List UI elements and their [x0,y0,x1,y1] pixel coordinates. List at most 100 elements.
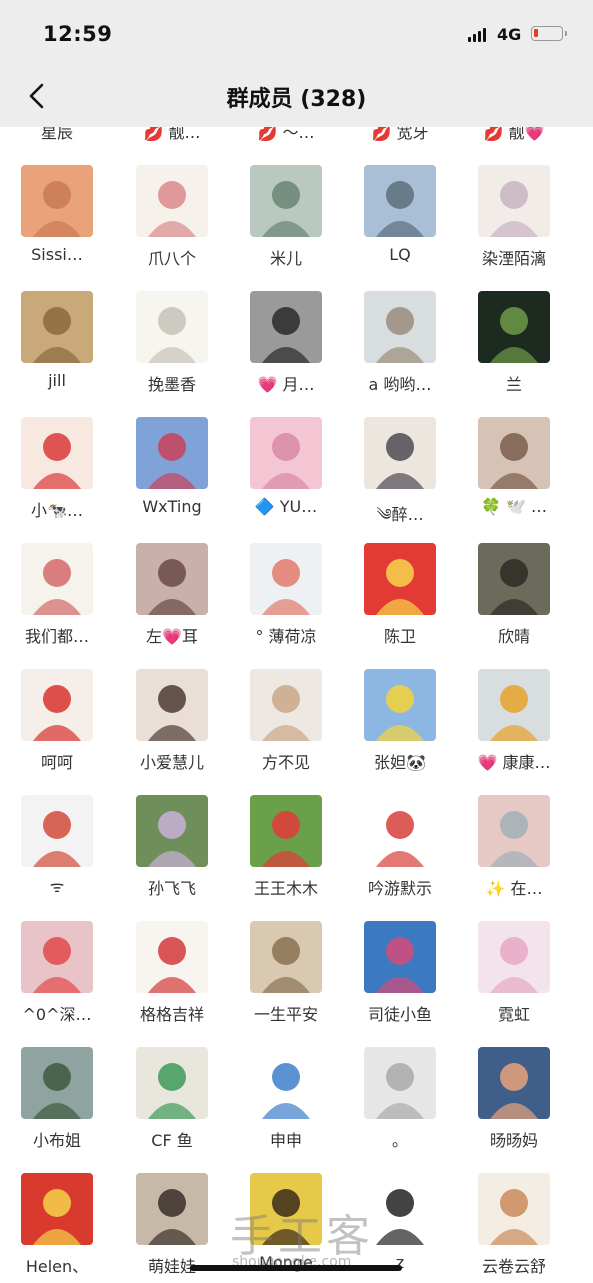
member-name: 吟游默示 [367,879,432,898]
member-item[interactable]: ༄醉… [343,417,457,537]
avatar[interactable] [478,921,550,993]
member-item[interactable]: 。 [343,1047,457,1167]
avatar[interactable] [136,1173,208,1245]
member-item[interactable]: 陈卫 [343,543,457,663]
avatar[interactable] [478,795,550,867]
member-item[interactable]: jill [0,291,114,411]
member-item[interactable]: 小爱慧儿 [115,669,229,789]
avatar[interactable] [136,921,208,993]
avatar[interactable] [136,543,208,615]
avatar[interactable] [21,1173,93,1245]
avatar[interactable] [364,417,436,489]
avatar[interactable] [21,291,93,363]
member-item[interactable]: 方不见 [229,669,343,789]
member-name: Sissi… [31,245,83,264]
avatar[interactable] [250,291,322,363]
member-item[interactable]: 🔷 YU… [229,417,343,537]
member-item[interactable]: 米儿 [229,165,343,285]
member-item[interactable]: a 哟哟… [343,291,457,411]
avatar[interactable] [250,795,322,867]
member-item[interactable]: ^0^深… [0,921,114,1041]
avatar[interactable] [136,669,208,741]
member-item[interactable]: 孙飞飞 [115,795,229,915]
avatar[interactable] [364,1047,436,1119]
member-name: 米儿 [269,249,302,268]
avatar[interactable] [136,417,208,489]
member-item[interactable]: 旸旸妈 [457,1047,571,1167]
member-item[interactable]: 云卷云舒 [457,1173,571,1283]
member-item[interactable]: LQ [343,165,457,285]
avatar[interactable] [478,417,550,489]
member-name: 王王木木 [253,879,318,898]
member-item[interactable]: 张妲🐼 [343,669,457,789]
member-item[interactable]: 吟游默示 [343,795,457,915]
avatar[interactable] [478,291,550,363]
avatar[interactable] [250,165,322,237]
avatar[interactable] [478,1047,550,1119]
member-item[interactable]: 爪八个 [115,165,229,285]
avatar[interactable] [478,1173,550,1245]
member-name: a 哟哟… [368,375,432,394]
member-name: 云卷云舒 [481,1257,546,1276]
avatar[interactable] [364,669,436,741]
member-item[interactable]: 左💗耳 [115,543,229,663]
avatar[interactable] [21,417,93,489]
avatar[interactable] [250,669,322,741]
member-item[interactable]: 我们都… [0,543,114,663]
member-item[interactable]: 兰 [457,291,571,411]
member-item[interactable]: 💗 康康… [457,669,571,789]
status-time: 12:59 [43,22,113,46]
avatar[interactable] [250,1173,322,1245]
avatar[interactable] [21,165,93,237]
avatar[interactable] [21,669,93,741]
member-name: ᯤ [49,877,65,896]
avatar[interactable] [478,669,550,741]
avatar[interactable] [136,795,208,867]
member-item[interactable]: 🍀 🕊️ … [457,417,571,537]
member-item[interactable]: 一生平安 [229,921,343,1041]
avatar[interactable] [364,165,436,237]
member-item[interactable]: 挽墨香 [115,291,229,411]
avatar[interactable] [136,1047,208,1119]
member-name: 小爱慧儿 [139,753,204,772]
member-item[interactable]: Sissi… [0,165,114,285]
member-item[interactable]: 司徒小鱼 [343,921,457,1041]
avatar[interactable] [250,417,322,489]
member-item[interactable]: Helen、 [0,1173,114,1283]
avatar[interactable] [364,795,436,867]
avatar[interactable] [478,543,550,615]
member-item[interactable]: 格格吉祥 [115,921,229,1041]
member-item[interactable]: CF 鱼 [115,1047,229,1167]
member-item[interactable]: 小🐄… [0,417,114,537]
avatar[interactable] [136,291,208,363]
avatar[interactable] [364,543,436,615]
member-item[interactable]: ° 薄荷凉 [229,543,343,663]
avatar[interactable] [21,795,93,867]
avatar[interactable] [21,1047,93,1119]
member-item[interactable]: 王王木木 [229,795,343,915]
member-name: ^0^深… [22,1005,92,1024]
avatar[interactable] [250,921,322,993]
avatar[interactable] [21,543,93,615]
member-item[interactable]: ᯤ [0,795,114,915]
avatar[interactable] [364,1173,436,1245]
avatar[interactable] [136,165,208,237]
avatar[interactable] [250,1047,322,1119]
member-name: 💗 康康… [477,753,551,772]
member-item[interactable]: 呵呵 [0,669,114,789]
member-item[interactable]: 💗 月… [229,291,343,411]
avatar[interactable] [21,921,93,993]
member-name: ༄醉… [376,505,424,524]
member-item[interactable]: WxTing [115,417,229,537]
member-item[interactable]: 小布姐 [0,1047,114,1167]
avatar[interactable] [364,291,436,363]
avatar[interactable] [478,165,550,237]
member-item[interactable]: 染湮陌漓 [457,165,571,285]
member-item[interactable]: ✨ 在… [457,795,571,915]
avatar[interactable] [250,543,322,615]
member-name: WxTing [142,497,202,516]
member-item[interactable]: 申申 [229,1047,343,1167]
member-item[interactable]: 欣晴 [457,543,571,663]
member-item[interactable]: 霓虹 [457,921,571,1041]
avatar[interactable] [364,921,436,993]
